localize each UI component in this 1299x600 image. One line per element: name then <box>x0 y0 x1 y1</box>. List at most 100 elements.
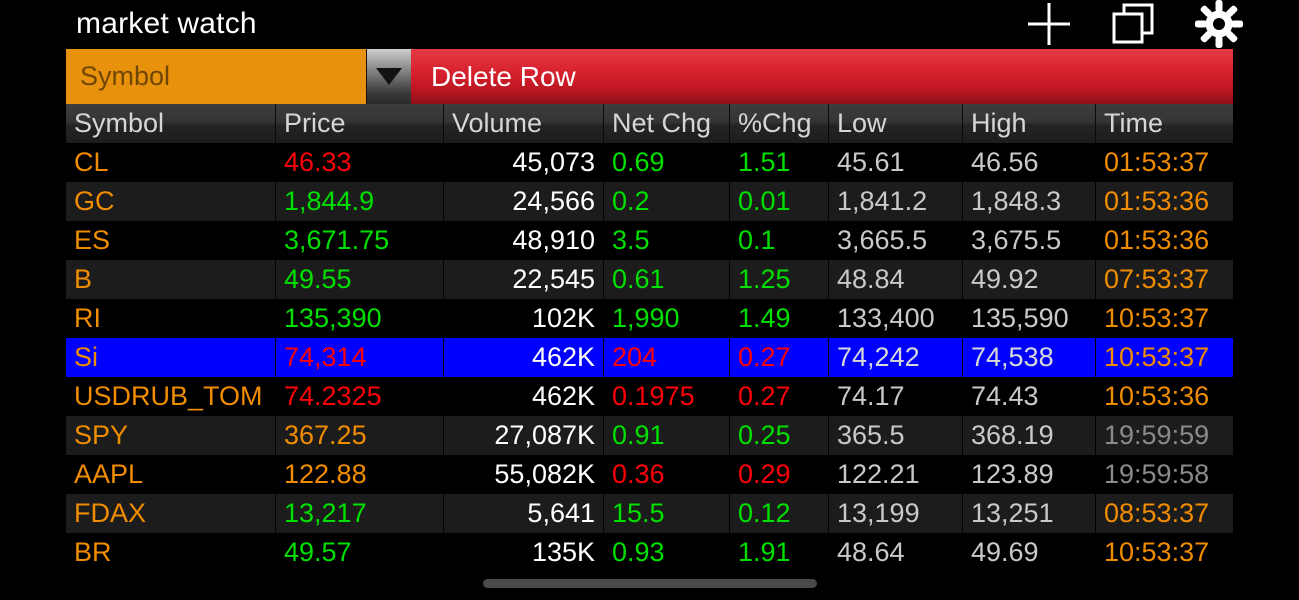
cell-high: 123.89 <box>963 455 1096 494</box>
cell-price: 49.57 <box>276 533 444 572</box>
cell-low: 365.5 <box>829 416 963 455</box>
cell-low: 122.21 <box>829 455 963 494</box>
cell-price: 1,844.9 <box>276 182 444 221</box>
settings-button[interactable] <box>1187 0 1251 48</box>
cell-symbol: Si <box>66 338 276 377</box>
column-header-low[interactable]: Low <box>829 104 963 143</box>
copy-icon <box>1110 1 1156 47</box>
cell-symbol: AAPL <box>66 455 276 494</box>
cell-low: 1,841.2 <box>829 182 963 221</box>
cell-low: 13,199 <box>829 494 963 533</box>
table-row[interactable]: AAPL 122.88 55,082K 0.36 0.29 122.21 123.89 19:… <box>66 455 1233 494</box>
cell-time: 10:53:37 <box>1104 342 1210 372</box>
cell-price: 135,390 <box>276 299 444 338</box>
table-header-row: Symbol Price Volume Net Chg %Chg Low High Time <box>66 104 1233 143</box>
cell-symbol: B <box>66 260 276 299</box>
cell-low: 74,242 <box>829 338 963 377</box>
cell-price: 13,217 <box>276 494 444 533</box>
cell-symbol: RI <box>66 299 276 338</box>
cell-net-chg: 0.36 <box>604 455 730 494</box>
cell-symbol: FDAX <box>66 494 276 533</box>
cell-symbol: GC <box>66 182 276 221</box>
quotes-table: Symbol Price Volume Net Chg %Chg Low High Time … <box>66 104 1233 572</box>
cell-net-chg: 15.5 <box>604 494 730 533</box>
cell-high: 74.43 <box>963 377 1096 416</box>
column-header-symbol[interactable]: Symbol <box>66 104 276 143</box>
cell-symbol: ES <box>66 221 276 260</box>
table-row[interactable]: RI 135,390 102K 1,990 1.49 133,400 135,590 10:5… <box>66 299 1233 338</box>
cell-high: 368.19 <box>963 416 1096 455</box>
table-row[interactable]: Si 74,314 462K 204 0.27 74,242 74,538 10:53:37 <box>66 338 1233 377</box>
cell-volume: 24,566 <box>444 182 604 221</box>
table-row[interactable]: SPY 367.25 27,087K 0.91 0.25 365.5 368.19 19:59… <box>66 416 1233 455</box>
cell-time: 19:59:58 <box>1104 459 1210 489</box>
delete-row-button[interactable]: Delete Row <box>411 49 1233 104</box>
cell-high: 49.69 <box>963 533 1096 572</box>
cell-high: 74,538 <box>963 338 1096 377</box>
cell-net-chg: 3.5 <box>604 221 730 260</box>
cell-volume: 48,910 <box>444 221 604 260</box>
cell-pct-chg: 1.51 <box>730 143 829 182</box>
symbol-dropdown-button[interactable] <box>366 49 411 104</box>
plus-icon <box>1026 1 1072 47</box>
horizontal-scrollbar[interactable] <box>483 579 817 588</box>
cell-net-chg: 0.69 <box>604 143 730 182</box>
cell-time: 10:53:37 <box>1104 303 1210 333</box>
cell-time: 10:53:36 <box>1104 381 1210 411</box>
cell-pct-chg: 0.27 <box>730 377 829 416</box>
cell-price: 122.88 <box>276 455 444 494</box>
cell-net-chg: 1,990 <box>604 299 730 338</box>
cell-time: 01:53:36 <box>1104 225 1210 255</box>
column-header-time[interactable]: Time <box>1096 104 1233 143</box>
duplicate-view-button[interactable] <box>1101 0 1165 47</box>
column-header-pct-chg[interactable]: %Chg <box>730 104 829 143</box>
cell-symbol: BR <box>66 533 276 572</box>
cell-time: 01:53:37 <box>1104 147 1210 177</box>
symbol-entry-bar: Delete Row <box>66 49 1233 104</box>
cell-pct-chg: 1.91 <box>730 533 829 572</box>
cell-pct-chg: 1.49 <box>730 299 829 338</box>
table-row[interactable]: BR 49.57 135K 0.93 1.91 48.64 49.69 10:53:37 <box>66 533 1233 572</box>
cell-price: 49.55 <box>276 260 444 299</box>
column-header-volume[interactable]: Volume <box>444 104 604 143</box>
cell-volume: 135K <box>444 533 604 572</box>
cell-net-chg: 0.2 <box>604 182 730 221</box>
table-row[interactable]: CL 46.33 45,073 0.69 1.51 45.61 46.56 01:53:37 <box>66 143 1233 182</box>
cell-pct-chg: 1.25 <box>730 260 829 299</box>
table-row[interactable]: GC 1,844.9 24,566 0.2 0.01 1,841.2 1,848.3 01:5… <box>66 182 1233 221</box>
cell-volume: 102K <box>444 299 604 338</box>
cell-time: 10:53:37 <box>1104 537 1210 567</box>
cell-pct-chg: 0.12 <box>730 494 829 533</box>
symbol-input[interactable] <box>66 49 366 104</box>
cell-volume: 462K <box>444 338 604 377</box>
column-header-price[interactable]: Price <box>276 104 444 143</box>
cell-price: 3,671.75 <box>276 221 444 260</box>
table-body: CL 46.33 45,073 0.69 1.51 45.61 46.56 01:53:37 G… <box>66 143 1233 572</box>
table-row[interactable]: ES 3,671.75 48,910 3.5 0.1 3,665.5 3,675.5 01:5… <box>66 221 1233 260</box>
market-watch-app: market watch Symbol Delete Row Symbol Pr… <box>0 0 1299 600</box>
cell-price: 367.25 <box>276 416 444 455</box>
column-header-net-chg[interactable]: Net Chg <box>604 104 730 143</box>
table-row[interactable]: FDAX 13,217 5,641 15.5 0.12 13,199 13,251 08:53… <box>66 494 1233 533</box>
table-row[interactable]: USDRUB_TOM 74.2325 462K 0.1975 0.27 74.17 74.4… <box>66 377 1233 416</box>
cell-volume: 5,641 <box>444 494 604 533</box>
title-bar: market watch <box>0 0 1299 48</box>
cell-volume: 55,082K <box>444 455 604 494</box>
cell-pct-chg: 0.29 <box>730 455 829 494</box>
cell-volume: 462K <box>444 377 604 416</box>
cell-time: 19:59:59 <box>1104 420 1210 450</box>
page-title: market watch <box>76 7 257 40</box>
table-row[interactable]: B 49.55 22,545 0.61 1.25 48.84 49.92 07:53:37 <box>66 260 1233 299</box>
cell-high: 46.56 <box>963 143 1096 182</box>
cell-high: 1,848.3 <box>963 182 1096 221</box>
chevron-down-icon <box>376 68 402 85</box>
cell-low: 48.84 <box>829 260 963 299</box>
cell-high: 13,251 <box>963 494 1096 533</box>
column-header-high[interactable]: High <box>963 104 1096 143</box>
cell-low: 133,400 <box>829 299 963 338</box>
cell-net-chg: 204 <box>604 338 730 377</box>
cell-time: 07:53:37 <box>1104 264 1210 294</box>
cell-pct-chg: 0.01 <box>730 182 829 221</box>
add-symbol-button[interactable] <box>1017 0 1081 47</box>
cell-pct-chg: 0.25 <box>730 416 829 455</box>
